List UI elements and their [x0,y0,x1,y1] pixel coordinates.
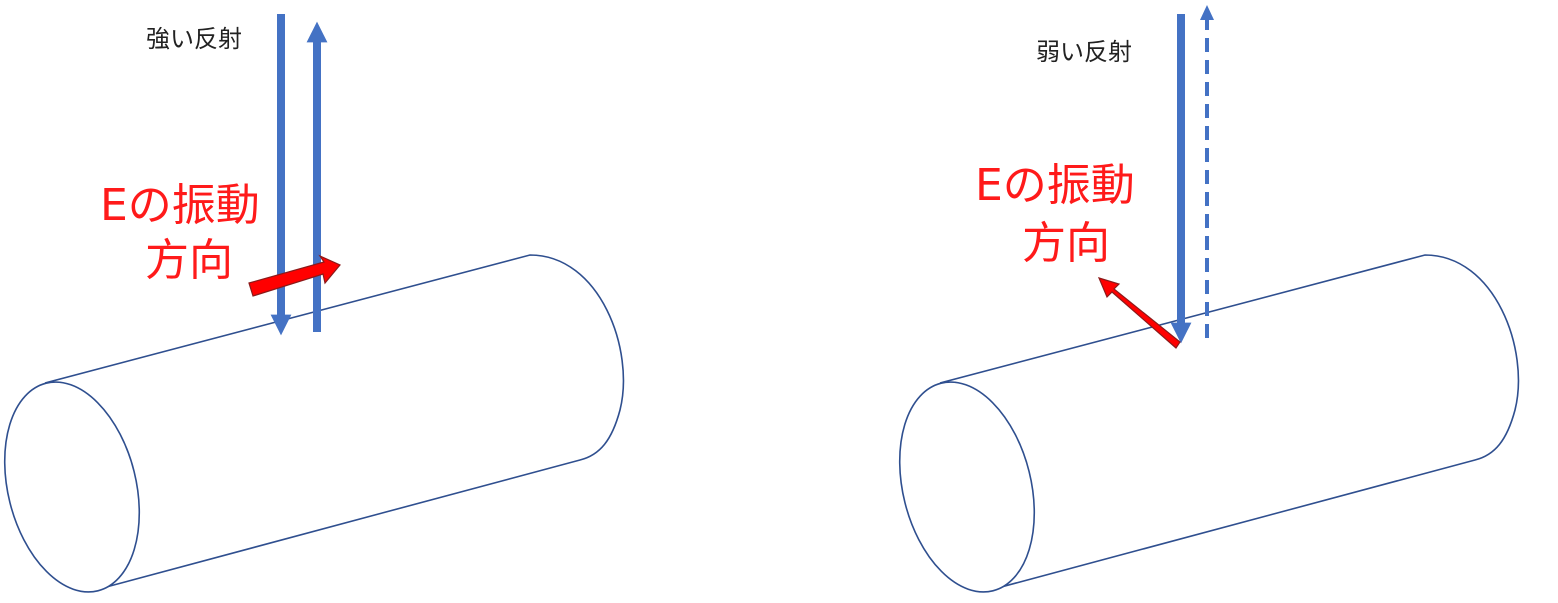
left-e-field-arrow [248,254,341,297]
left-e-label-line2: 方向 [145,235,233,286]
right-reflected-beam-arrowhead [1200,5,1214,20]
right-e-label-line1: Eの振動 [975,160,1135,211]
left-cylinder [3,254,625,593]
right-panel: 弱い反射 Eの振動 方向 [898,5,1520,593]
polarized-reflection-diagram: 強い反射 Eの振動 方向 弱い反射 Eの振動 方向 [3,5,1520,593]
left-e-label-line1: Eの振動 [100,180,260,231]
left-panel: 強い反射 Eの振動 方向 [3,14,625,593]
right-reflection-label: 弱い反射 [1036,38,1132,66]
right-e-label-line2: 方向 [1022,218,1110,269]
left-reflection-label: 強い反射 [146,25,242,53]
right-cylinder [898,254,1520,593]
